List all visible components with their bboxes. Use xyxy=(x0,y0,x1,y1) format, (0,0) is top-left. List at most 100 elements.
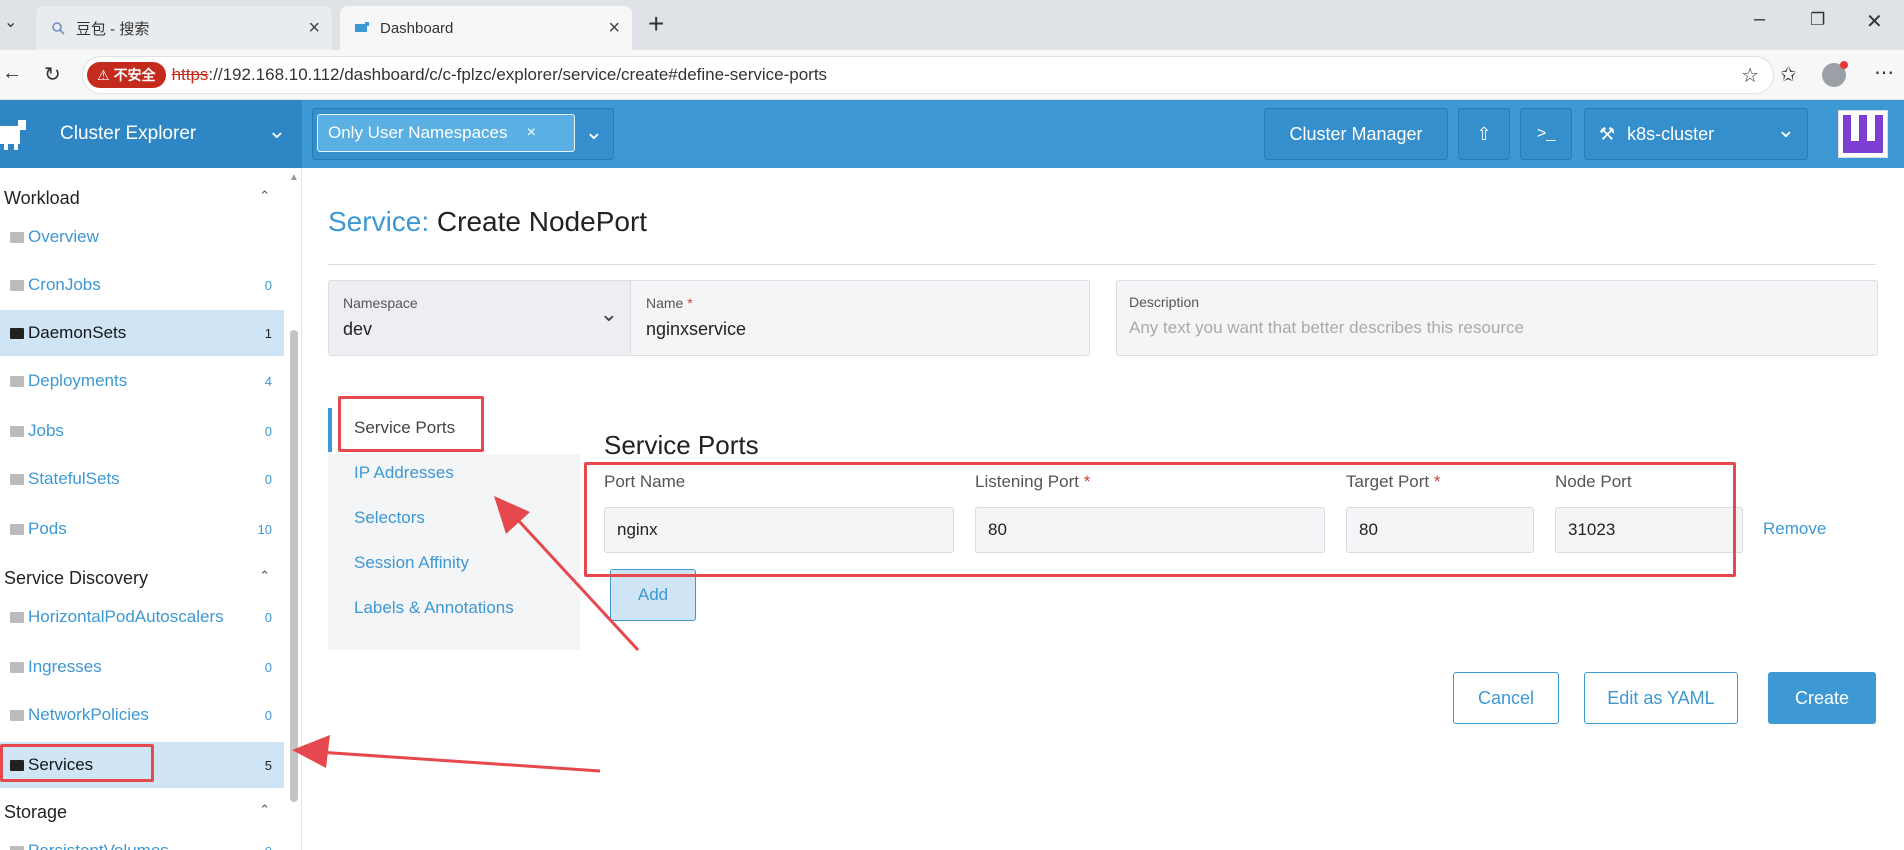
folder-icon xyxy=(10,279,24,291)
favorites-icon[interactable]: ✩ xyxy=(1780,62,1797,87)
notification-dot xyxy=(1840,61,1848,69)
product-switcher[interactable]: Cluster Explorer ⌄ xyxy=(0,100,302,168)
namespace-filter[interactable]: Only User Namespaces × ⌄ xyxy=(312,108,614,160)
scroll-up-icon[interactable]: ▲ xyxy=(289,172,299,183)
chevron-up-icon: ⌃ xyxy=(259,802,270,817)
maximize-icon[interactable]: ❐ xyxy=(1810,10,1825,30)
tab-ip-addresses[interactable]: IP Addresses xyxy=(354,463,454,483)
name-label: Name * xyxy=(646,295,693,311)
sidebar-item-pods[interactable]: Pods 10 xyxy=(0,506,284,552)
chevron-down-icon: ⌄ xyxy=(599,301,618,326)
create-button[interactable]: Create xyxy=(1768,672,1876,724)
annotation-box-services xyxy=(0,744,154,782)
name-value: nginxservice xyxy=(646,319,747,339)
folder-icon xyxy=(10,709,24,721)
reload-icon[interactable]: ↻ xyxy=(44,62,61,87)
namespace-chip: Only User Namespaces × xyxy=(317,114,575,152)
tab-title: Dashboard xyxy=(380,19,454,37)
sidebar-group-service-discovery[interactable]: Service Discovery ⌃ xyxy=(4,568,274,589)
folder-icon xyxy=(10,231,24,243)
sidebar-item-persistentvolumes[interactable]: PersistentVolumes 0 xyxy=(0,828,284,850)
title-divider xyxy=(328,264,1876,265)
folder-icon xyxy=(10,425,24,437)
folder-icon xyxy=(10,611,24,623)
sidebar-item-jobs[interactable]: Jobs 0 xyxy=(0,408,284,454)
remove-port-link[interactable]: Remove xyxy=(1763,519,1826,539)
sidebar-item-ingresses[interactable]: Ingresses 0 xyxy=(0,644,284,690)
sidebar-item-label: HorizontalPodAutoscalers xyxy=(28,607,224,626)
cancel-button[interactable]: Cancel xyxy=(1453,672,1559,724)
tab-title: 豆包 - 搜索 xyxy=(76,20,150,38)
upload-icon: ⇧ xyxy=(1476,123,1492,144)
tab-labels-annotations[interactable]: Labels & Annotations xyxy=(354,598,514,618)
minimize-icon[interactable]: – xyxy=(1754,8,1765,31)
url-path: ://192.168.10.112/dashboard/c/c-fplzc/ex… xyxy=(208,65,828,84)
cluster-icon: ⚒ xyxy=(1599,123,1616,144)
edit-yaml-label: Edit as YAML xyxy=(1607,687,1715,708)
sidebar-item-label: Ingresses xyxy=(28,657,102,676)
sidebar-item-statefulsets[interactable]: StatefulSets 0 xyxy=(0,456,284,502)
cluster-manager-button[interactable]: Cluster Manager xyxy=(1264,108,1448,160)
description-field[interactable]: Description Any text you want that bette… xyxy=(1116,280,1878,356)
import-yaml-button[interactable]: ⇧ xyxy=(1458,108,1510,160)
chevron-down-icon: ⌄ xyxy=(267,118,286,143)
terminal-icon: >_ xyxy=(1536,125,1556,142)
namespace-select[interactable]: Namespace dev ⌄ xyxy=(329,281,631,355)
user-avatar[interactable] xyxy=(1838,110,1888,158)
sidebar-item-count: 0 xyxy=(264,277,272,293)
required-mark: * xyxy=(687,295,693,311)
sidebar-item-overview[interactable]: Overview xyxy=(0,214,284,260)
sidebar-scrollbar[interactable] xyxy=(290,330,298,802)
sidebar-item-label: Deployments xyxy=(28,371,128,390)
sidebar-item-networkpolicies[interactable]: NetworkPolicies 0 xyxy=(0,692,284,738)
name-label-text: Name xyxy=(646,295,684,311)
sidebar-item-count: 0 xyxy=(265,844,272,850)
name-field[interactable]: Name * nginxservice xyxy=(632,281,1088,355)
group-label: Service Discovery xyxy=(4,568,149,588)
sidebar-item-label: Pods xyxy=(28,519,67,538)
sidebar-item-daemonsets[interactable]: DaemonSets 1 xyxy=(0,310,284,356)
description-placeholder: Any text you want that better describes … xyxy=(1129,318,1524,337)
sidebar-group-workload[interactable]: Workload ⌃ xyxy=(4,188,274,209)
product-name: Cluster Explorer xyxy=(60,123,197,144)
more-icon[interactable]: ⋯ xyxy=(1874,60,1894,85)
tab-list-chevron-icon[interactable]: ⌄ xyxy=(4,12,17,32)
sidebar-group-storage[interactable]: Storage ⌃ xyxy=(4,802,274,823)
url-field[interactable]: ⚠ 不安全 https://192.168.10.112/dashboard/c… xyxy=(82,56,1774,94)
chevron-down-icon[interactable]: ⌄ xyxy=(585,119,603,145)
insecure-badge[interactable]: ⚠ 不安全 xyxy=(87,62,166,88)
folder-icon xyxy=(10,327,24,339)
cluster-switcher[interactable]: ⚒ k8s-cluster ⌄ xyxy=(1584,108,1808,160)
tab-session-affinity[interactable]: Session Affinity xyxy=(354,553,469,573)
new-tab-icon[interactable]: + xyxy=(648,8,664,40)
sidebar-item-count: 10 xyxy=(257,521,272,537)
close-tab-icon[interactable]: × xyxy=(608,17,620,40)
cluster-name: k8s-cluster xyxy=(1627,123,1715,144)
sidebar-item-count: 0 xyxy=(264,423,272,439)
sidebar-item-count: 1 xyxy=(264,325,272,341)
close-window-icon[interactable]: ✕ xyxy=(1866,9,1883,34)
sidebar-item-cronjobs[interactable]: CronJobs 0 xyxy=(0,262,284,308)
page-title-action: Create NodePort xyxy=(429,206,648,237)
back-icon[interactable]: ← xyxy=(2,62,22,85)
favorite-star-icon[interactable]: ☆ xyxy=(1741,63,1759,88)
page-title: Service: Create NodePort xyxy=(328,206,647,238)
insecure-label: 不安全 xyxy=(113,67,156,83)
close-tab-icon[interactable]: × xyxy=(308,17,320,40)
browser-tab-doubao[interactable]: 豆包 - 搜索 × xyxy=(36,6,332,50)
remove-chip-icon[interactable]: × xyxy=(527,124,536,142)
chevron-up-icon: ⌃ xyxy=(259,188,270,203)
sidebar-item-deployments[interactable]: Deployments 4 xyxy=(0,358,284,404)
sidebar-item-hpa[interactable]: HorizontalPodAutoscalers 0 xyxy=(0,594,284,640)
browser-tab-dashboard[interactable]: Dashboard × xyxy=(340,6,632,50)
url-scheme: https xyxy=(171,65,209,84)
sidebar-item-label: DaemonSets xyxy=(28,323,127,342)
namespace-value: dev xyxy=(343,319,373,339)
add-port-label: Add xyxy=(637,585,669,604)
cancel-label: Cancel xyxy=(1477,687,1535,708)
kubectl-shell-button[interactable]: >_ xyxy=(1520,108,1572,160)
edit-yaml-button[interactable]: Edit as YAML xyxy=(1584,672,1738,724)
tab-selectors[interactable]: Selectors xyxy=(354,508,425,528)
sidebar-item-count: 0 xyxy=(264,707,272,723)
chevron-down-icon: ⌄ xyxy=(1776,117,1795,142)
